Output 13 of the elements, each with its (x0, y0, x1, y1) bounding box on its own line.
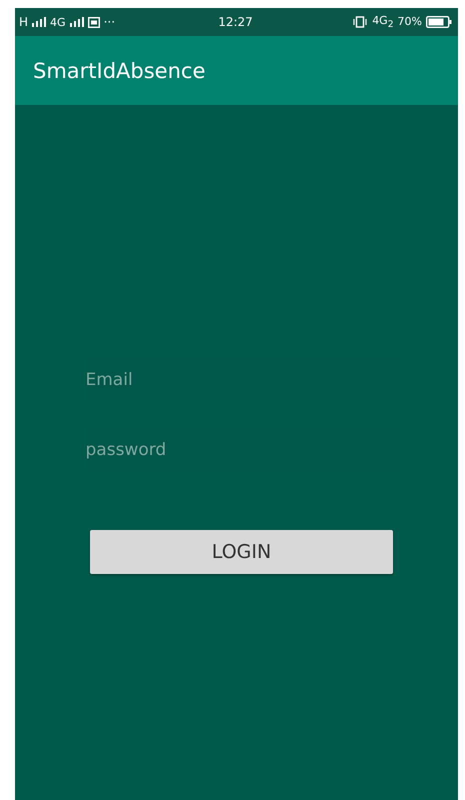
vibrate-icon (352, 16, 368, 28)
more-notifications: ··· (104, 16, 116, 28)
clock: 12:27 (218, 16, 253, 28)
signal-icon (32, 17, 46, 27)
signal-icon (70, 17, 84, 27)
app-title: SmartIdAbsence (33, 58, 206, 82)
network-type: H (19, 16, 28, 28)
login-button[interactable]: LOGIN (90, 530, 393, 574)
network-type: 4G (50, 16, 66, 28)
battery-level: 70% (398, 16, 422, 28)
message-icon (88, 16, 100, 28)
battery-icon (426, 16, 452, 28)
network-type: 4G$_{2}$ (372, 14, 394, 30)
